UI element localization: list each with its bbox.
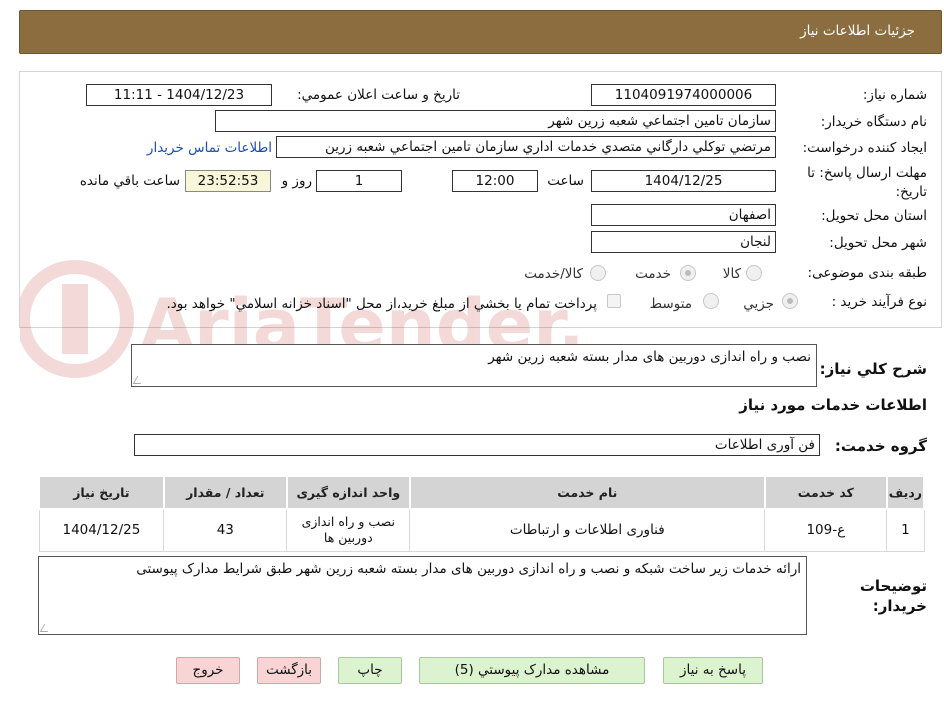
col-header-need-date: تاريخ نياز (38, 475, 165, 510)
col-header-unit: واحد اندازه گيری (285, 475, 411, 510)
back-button[interactable]: بازگشت (257, 657, 321, 684)
col-header-service-code: کد خدمت (763, 475, 888, 510)
cell-row-no: 1 (886, 508, 925, 552)
announce-label: تاریخ و ساعت اعلان عمومي: (297, 87, 460, 103)
summary-textarea: نصب و راه اندازی دوربین های مدار بسته شع… (131, 344, 817, 387)
service-group-label: گروه خدمت: (834, 437, 927, 455)
deadline-time-field: 12:00 (452, 170, 538, 192)
process-radio-minor[interactable] (782, 293, 798, 309)
col-header-row-no: رديف (885, 475, 926, 510)
page-title: جزئیات اطلاعات نیاز (800, 23, 915, 39)
deadline-date-field: 1404/12/25 (591, 170, 776, 192)
services-section-title: اطلاعات خدمات مورد نياز (739, 396, 927, 414)
province-field: اصفهان (591, 204, 776, 226)
process-radio-medium[interactable] (703, 293, 719, 309)
deadline-time-label: ساعت (547, 173, 584, 189)
contact-buyer-link[interactable]: اطلاعات تماس خريدار (147, 140, 272, 156)
announce-date-field: 1404/12/23 - 11:11 (86, 84, 272, 106)
buyer-notes-label: توضيحات خريدار: (859, 577, 927, 615)
category-label: طبقه بندی موضوعی: (807, 265, 927, 281)
process-label: نوع فرآيند خريد : (831, 294, 927, 310)
requester-label: ايجاد کننده درخواست: (802, 140, 927, 156)
services-table: رديف کد خدمت نام خدمت واحد اندازه گيری ت… (38, 475, 926, 552)
print-button[interactable]: چاپ (338, 657, 402, 684)
province-label: استان محل تحويل: (821, 208, 927, 224)
service-group-field: فن آوری اطلاعات (134, 434, 820, 456)
table-row: 1 ع-109 فناوری اطلاعات و ارتباطات نصب و … (38, 508, 925, 552)
category-option-goods: کالا (722, 266, 741, 282)
col-header-quantity: تعداد / مقدار (162, 475, 288, 510)
payment-note: پرداخت تمام يا بخشي از مبلغ خريد،از محل … (166, 296, 597, 312)
page-header: جزئیات اطلاعات نیاز (19, 10, 942, 54)
need-number-field: 1104091974000006 (591, 84, 776, 106)
cell-quantity: 43 (163, 508, 288, 552)
cell-service-name: فناوری اطلاعات و ارتباطات (409, 508, 766, 552)
category-option-goods-service: کالا/خدمت (524, 266, 583, 282)
cell-service-code: ع-109 (764, 508, 888, 552)
city-label: شهر محل تحويل: (829, 235, 927, 251)
resize-grip-icon[interactable] (132, 376, 146, 384)
city-field: لنجان (591, 231, 776, 253)
buyer-notes-text: ارائه خدمات زیر ساخت شبکه و نصب و راه ان… (136, 561, 801, 577)
cell-need-date: 1404/12/25 (38, 508, 165, 552)
buyer-org-label: نام دستگاه خريدار: (820, 114, 927, 130)
time-remaining-field: 23:52:53 (185, 170, 271, 192)
process-option-medium: متوسط (649, 296, 692, 312)
category-radio-goods[interactable] (746, 265, 762, 281)
process-option-minor: جزيي (743, 296, 774, 312)
view-attachments-button[interactable]: مشاهده مدارک پيوستي (5) (419, 657, 645, 684)
category-option-service: خدمت (635, 266, 671, 282)
exit-button[interactable]: خروج (176, 657, 240, 684)
category-radio-service[interactable] (680, 265, 696, 281)
time-remaining-label: ساعت باقي مانده (79, 173, 180, 189)
resize-grip-icon[interactable] (39, 624, 53, 632)
buyer-notes-textarea: ارائه خدمات زیر ساخت شبکه و نصب و راه ان… (38, 556, 807, 635)
summary-text: نصب و راه اندازی دوربین های مدار بسته شع… (488, 349, 811, 365)
category-radio-goods-service[interactable] (590, 265, 606, 281)
table-header-row: رديف کد خدمت نام خدمت واحد اندازه گيری ت… (38, 475, 926, 510)
days-label: روز و (281, 173, 312, 189)
cell-unit: نصب و راه اندازی دوربین ها (286, 508, 411, 552)
treasury-payment-checkbox[interactable] (607, 294, 621, 308)
reply-button[interactable]: پاسخ به نياز (663, 657, 763, 684)
days-remaining-field: 1 (316, 170, 402, 192)
need-number-label: شماره نیاز: (862, 87, 927, 103)
deadline-label: مهلت ارسال پاسخ: تا تاریخ: (807, 165, 927, 200)
requester-field: مرتضي توکلي دارگاني متصدي خدمات اداري سا… (276, 136, 776, 158)
col-header-service-name: نام خدمت (408, 475, 766, 510)
buyer-org-field: سازمان تامين اجتماعي شعبه زرين شهر (215, 110, 776, 132)
summary-label: شرح کلي نياز: (819, 360, 927, 378)
